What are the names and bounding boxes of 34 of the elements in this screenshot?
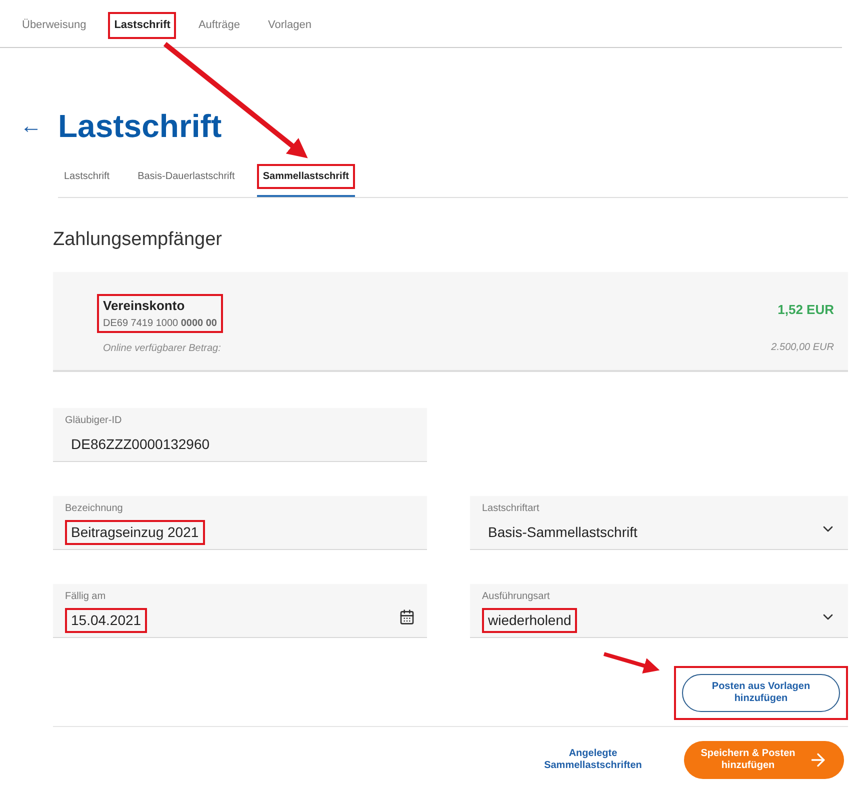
sub-tab[interactable]: Lastschrift (58, 164, 116, 196)
field-value: wiederholend (482, 608, 578, 633)
available-label: Online verfügbarer Betrag: (102, 342, 222, 356)
nav-tab[interactable]: Vorlagen (262, 12, 318, 38)
input-field[interactable]: Fällig am 15.04.2021 (53, 584, 427, 638)
sub-tab[interactable]: Basis-Dauerlastschrift (132, 164, 241, 196)
account-balance: 1,52 EUR (778, 301, 834, 319)
section-title: Zahlungsempfänger (53, 228, 223, 252)
input-field[interactable]: Gläubiger-ID DE86ZZZ0000132960 (53, 408, 427, 462)
nav-tab[interactable]: Aufträge (192, 12, 246, 38)
page-title: Lastschrift (58, 106, 222, 146)
field-label: Ausführungsart (482, 590, 551, 604)
select-field[interactable]: Ausführungsart wiederholend (470, 584, 848, 638)
calendar-icon (399, 609, 415, 625)
field-label: Lastschriftart (482, 502, 540, 516)
field-value: DE86ZZZ0000132960 (70, 435, 211, 454)
back-button[interactable]: ← (20, 109, 42, 142)
field-label: Fällig am (65, 590, 107, 604)
nav-tab[interactable]: Überweisung (16, 12, 92, 38)
account-name: Vereinskonto (103, 297, 186, 315)
select-field[interactable]: Lastschriftart Basis-Sammellastschrift (470, 496, 848, 550)
available-amount: 2.500,00 EUR (771, 340, 834, 354)
field-value: Basis-Sammellastschrift (487, 523, 638, 542)
field-label: Bezeichnung (65, 502, 124, 516)
saved-collections-link[interactable]: Angelegte Sammellastschriften (538, 748, 648, 772)
template-button[interactable]: Posten aus Vorlagen hinzufügen (682, 674, 840, 712)
annotation-arrow (603, 652, 660, 674)
input-field[interactable]: Bezeichnung Beitragseinzug 2021 (53, 496, 427, 550)
field-label: Gläubiger-ID (65, 414, 123, 428)
field-value: Beitragseinzug 2021 (65, 520, 205, 545)
nav-tab[interactable]: Lastschrift (108, 12, 176, 38)
account-iban: DE69 7419 1000 0000 00 (103, 316, 217, 330)
field-value: 15.04.2021 (65, 608, 148, 633)
account-card[interactable]: Vereinskonto DE69 7419 1000 0000 00 Online verfügbarer Betrag: 1,52 EUR 2.500,00 EUR (53, 272, 848, 372)
